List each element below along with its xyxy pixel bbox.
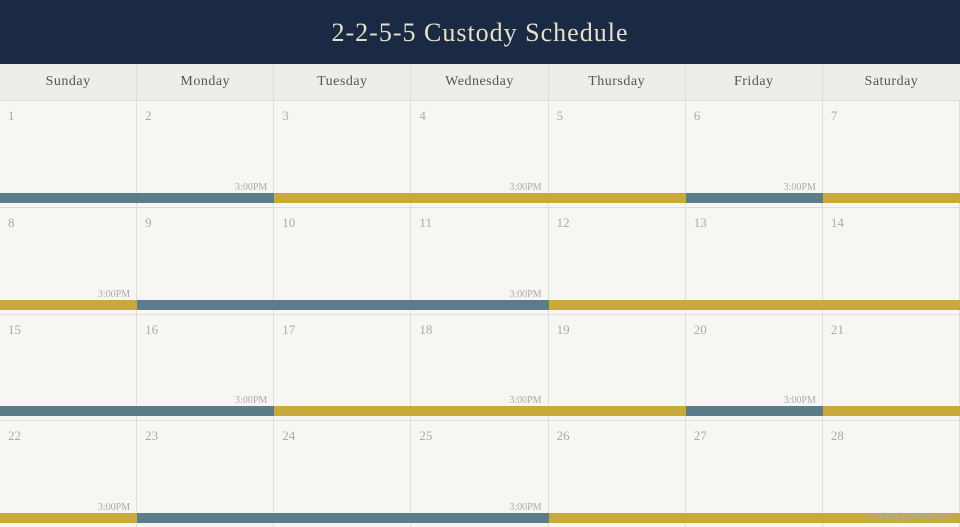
calendar: SundayMondayTuesdayWednesdayThursdayFrid…	[0, 64, 960, 527]
day-cell: 8 3:00PM	[0, 208, 137, 314]
day-cell: 16 3:00PM	[137, 315, 274, 421]
day-header-wednesday: Wednesday	[411, 64, 548, 100]
day-cell: 3	[274, 101, 411, 207]
day-cell: 4 3:00PM	[411, 101, 548, 207]
day-cell: 21	[823, 315, 960, 421]
day-cell: 9	[137, 208, 274, 314]
week-row-1: 1 2 3:00PM 3 4 3:00PM 5 6 3:00PM 7	[0, 101, 960, 208]
time-label: 3:00PM	[509, 182, 541, 193]
day-cell: 26	[549, 421, 686, 527]
day-number: 21	[831, 322, 844, 337]
time-label: 3:00PM	[98, 289, 130, 300]
day-cell: 24	[274, 421, 411, 527]
day-cell: 5	[549, 101, 686, 207]
page-header: 2-2-5-5 Custody Schedule	[0, 0, 960, 64]
day-cell: 19	[549, 315, 686, 421]
day-header-saturday: Saturday	[823, 64, 960, 100]
day-number: 2	[145, 108, 152, 123]
day-cell: 12	[549, 208, 686, 314]
time-label: 3:00PM	[98, 502, 130, 513]
day-header-monday: Monday	[137, 64, 274, 100]
day-number: 4	[419, 108, 426, 123]
day-number: 20	[694, 322, 707, 337]
day-number: 27	[694, 428, 707, 443]
day-number: 24	[282, 428, 295, 443]
day-cell: 7	[823, 101, 960, 207]
day-number: 17	[282, 322, 295, 337]
day-number: 11	[419, 215, 432, 230]
day-number: 19	[557, 322, 570, 337]
watermark: ourfamilywizard.com	[870, 511, 952, 521]
time-label: 3:00PM	[509, 502, 541, 513]
time-label: 3:00PM	[235, 182, 267, 193]
day-header-tuesday: Tuesday	[274, 64, 411, 100]
day-number: 10	[282, 215, 295, 230]
week-row-3: 15 16 3:00PM 17 18 3:00PM 19 20 3:00PM 21	[0, 315, 960, 422]
day-cell: 1	[0, 101, 137, 207]
day-cell: 11 3:00PM	[411, 208, 548, 314]
day-number: 5	[557, 108, 564, 123]
day-cell: 6 3:00PM	[686, 101, 823, 207]
day-header-thursday: Thursday	[549, 64, 686, 100]
day-number: 12	[557, 215, 570, 230]
day-cell: 18 3:00PM	[411, 315, 548, 421]
weeks-container: 123:00PM343:00PM563:00PM783:00PM910113:0…	[0, 101, 960, 527]
day-number: 25	[419, 428, 432, 443]
day-cell: 15	[0, 315, 137, 421]
day-cell: 17	[274, 315, 411, 421]
day-headers-row: SundayMondayTuesdayWednesdayThursdayFrid…	[0, 64, 960, 101]
day-number: 6	[694, 108, 701, 123]
time-label: 3:00PM	[235, 395, 267, 406]
day-cell: 2 3:00PM	[137, 101, 274, 207]
day-cell: 23	[137, 421, 274, 527]
day-cell: 22 3:00PM	[0, 421, 137, 527]
day-number: 7	[831, 108, 838, 123]
page-title: 2-2-5-5 Custody Schedule	[332, 18, 629, 47]
day-number: 23	[145, 428, 158, 443]
time-label: 3:00PM	[509, 289, 541, 300]
day-number: 13	[694, 215, 707, 230]
day-number: 22	[8, 428, 21, 443]
day-header-sunday: Sunday	[0, 64, 137, 100]
day-number: 15	[8, 322, 21, 337]
time-label: 3:00PM	[784, 182, 816, 193]
day-cell: 10	[274, 208, 411, 314]
week-row-2: 8 3:00PM 9 10 11 3:00PM 12 13 14	[0, 208, 960, 315]
day-number: 26	[557, 428, 570, 443]
page-wrapper: 2-2-5-5 Custody Schedule SundayMondayTue…	[0, 0, 960, 527]
day-number: 9	[145, 215, 152, 230]
day-number: 14	[831, 215, 844, 230]
time-label: 3:00PM	[509, 395, 541, 406]
day-number: 3	[282, 108, 289, 123]
day-cell: 25 3:00PM	[411, 421, 548, 527]
day-number: 1	[8, 108, 15, 123]
day-header-friday: Friday	[686, 64, 823, 100]
time-label: 3:00PM	[784, 395, 816, 406]
day-number: 8	[8, 215, 15, 230]
day-cell: 20 3:00PM	[686, 315, 823, 421]
day-number: 28	[831, 428, 844, 443]
day-number: 16	[145, 322, 158, 337]
day-cell: 27	[686, 421, 823, 527]
day-cell: 14	[823, 208, 960, 314]
day-number: 18	[419, 322, 432, 337]
week-row-4: 22 3:00PM 23 24 25 3:00PM 26 27 28 ourfamilywizar…	[0, 421, 960, 527]
day-cell: 13	[686, 208, 823, 314]
